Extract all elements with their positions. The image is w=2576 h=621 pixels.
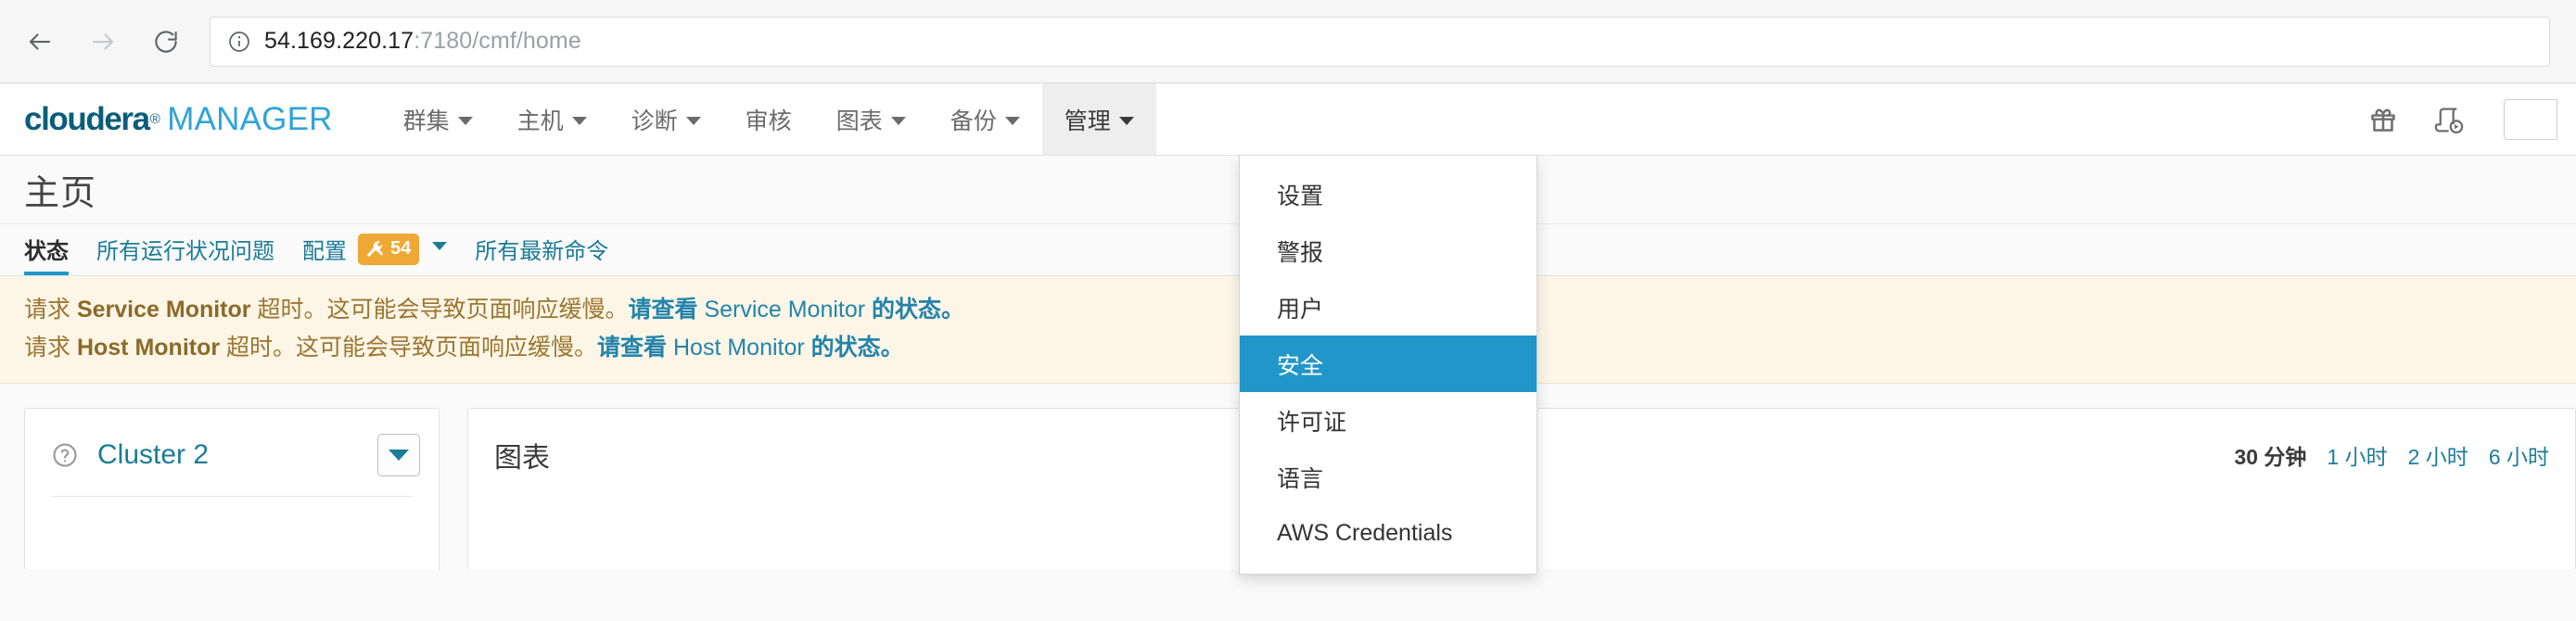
dropdown-item-label: AWS Credentials [1277, 520, 1453, 546]
info-circle-icon[interactable] [227, 30, 251, 54]
time-range-30min[interactable]: 30 分钟 [2234, 439, 2306, 471]
cluster-card-header: Cluster 2 [25, 409, 439, 481]
chevron-down-icon[interactable] [432, 242, 448, 250]
alert-link-pre: 请查看 [597, 334, 673, 361]
nav-item-hosts[interactable]: 主机 [495, 83, 609, 155]
dropdown-item-users[interactable]: 用户 [1240, 279, 1537, 336]
nav-label: 审核 [745, 108, 792, 134]
cluster-card: Cluster 2 [24, 408, 440, 569]
alert-middle: 超时。这可能会导致页面响应缓慢。 [250, 297, 629, 323]
chart-time-range-selector: 30 分钟 1 小时 2 小时 6 小时 [2234, 439, 2557, 471]
chevron-down-icon [457, 117, 473, 125]
search-input[interactable] [2504, 98, 2557, 140]
nav-label: 群集 [402, 108, 450, 134]
dropdown-item-label: 警报 [1277, 239, 1324, 266]
tab-all-health-issues[interactable]: 所有运行状况问题 [96, 233, 274, 275]
alert-link-post: 的状态。 [865, 297, 965, 323]
cluster-card-divider [51, 496, 413, 497]
scroll-play-icon[interactable] [2431, 104, 2467, 135]
address-bar-url: 54.169.220.17:7180/cmf/home [264, 28, 581, 55]
main-navigation: 群集 主机 诊断 审核 图表 备份 管理 [381, 83, 1156, 155]
dropdown-item-label: 设置 [1277, 183, 1324, 209]
cluster-actions-dropdown-button[interactable] [377, 434, 420, 476]
brand-registered-mark: ® [149, 111, 160, 127]
nav-item-backup[interactable]: 备份 [928, 83, 1042, 155]
nav-item-diagnostics[interactable]: 诊断 [609, 83, 723, 155]
tab-status[interactable]: 状态 [24, 233, 69, 275]
gift-icon[interactable] [2366, 104, 2400, 135]
alert-middle: 超时。这可能会导致页面响应缓慢。 [220, 334, 598, 361]
forward-icon[interactable] [83, 22, 122, 61]
chevron-down-icon [571, 117, 587, 125]
brand-cloudera: cloudera [24, 100, 150, 137]
brand-manager: MANAGER [167, 100, 333, 137]
time-range-6hour[interactable]: 6 小时 [2489, 439, 2549, 471]
nav-item-audits[interactable]: 审核 [723, 83, 814, 155]
dropdown-item-label: 许可证 [1277, 409, 1347, 436]
tab-label: 状态 [24, 239, 69, 264]
dropdown-item-language[interactable]: 语言 [1240, 449, 1537, 505]
question-circle-icon [51, 441, 79, 469]
nav-item-charts[interactable]: 图表 [814, 83, 928, 155]
nav-item-administration[interactable]: 管理 [1041, 83, 1156, 155]
dropdown-item-label: 用户 [1277, 296, 1324, 323]
chevron-down-icon [890, 117, 906, 125]
alert-link-service-monitor[interactable]: 请查看 Service Monitor 的状态。 [628, 297, 964, 323]
nav-item-clusters[interactable]: 群集 [381, 83, 495, 155]
cloudera-manager-header: cloudera® MANAGER 群集 主机 诊断 审核 图表 备份 管理 [0, 83, 2576, 575]
alert-link-subject: Service Monitor [704, 297, 866, 323]
nav-label: 备份 [950, 108, 997, 134]
browser-nav-buttons [20, 22, 185, 61]
tab-all-recent-commands[interactable]: 所有最新命令 [475, 233, 608, 275]
nav-label: 诊断 [631, 108, 678, 134]
dropdown-item-settings[interactable]: 设置 [1240, 166, 1537, 222]
config-issues-count: 54 [390, 238, 412, 259]
tab-label: 所有运行状况问题 [96, 239, 274, 264]
page-title: 主页 [24, 174, 97, 213]
reload-icon[interactable] [147, 22, 185, 61]
back-icon[interactable] [20, 22, 59, 61]
dropdown-item-security[interactable]: 安全 [1240, 336, 1537, 392]
alert-link-post: 的状态。 [804, 334, 904, 361]
alert-prefix: 请求 [24, 297, 77, 323]
nav-label: 主机 [516, 108, 564, 134]
wrench-icon [364, 239, 385, 260]
tab-label: 所有最新命令 [475, 239, 609, 264]
header-right-icons [2366, 83, 2576, 155]
administration-dropdown-menu: 设置 警报 用户 安全 许可证 语言 AWS Credentials [1239, 156, 1537, 575]
dropdown-item-license[interactable]: 许可证 [1240, 392, 1537, 449]
url-host: 54.169.220.17 [264, 28, 414, 54]
chevron-down-icon [1118, 117, 1134, 125]
nav-label: 管理 [1064, 108, 1111, 134]
time-range-1hour[interactable]: 1 小时 [2327, 439, 2387, 471]
alert-link-pre: 请查看 [628, 297, 705, 323]
url-path: :7180/cmf/home [414, 28, 581, 54]
dropdown-item-aws-credentials[interactable]: AWS Credentials [1240, 505, 1537, 562]
tab-configuration[interactable]: 配置 54 [302, 233, 448, 275]
cloudera-manager-logo[interactable]: cloudera ® MANAGER [0, 83, 355, 155]
charts-card-title: 图表 [494, 443, 550, 474]
dropdown-item-alerts[interactable]: 警报 [1240, 222, 1537, 279]
tab-label: 配置 [302, 239, 347, 264]
dropdown-item-label: 语言 [1277, 465, 1324, 492]
cluster-name-link[interactable]: Cluster 2 [97, 439, 209, 471]
alert-link-subject: Host Monitor [673, 334, 805, 361]
chevron-down-icon [685, 117, 701, 125]
chevron-down-icon [389, 450, 409, 461]
alert-prefix: 请求 [24, 334, 77, 361]
browser-toolbar: 54.169.220.17:7180/cmf/home [0, 0, 2576, 83]
chevron-down-icon [1004, 117, 1020, 125]
time-range-2hour[interactable]: 2 小时 [2408, 439, 2468, 471]
alert-link-host-monitor[interactable]: 请查看 Host Monitor 的状态。 [597, 335, 904, 361]
nav-label: 图表 [835, 108, 883, 134]
config-issues-badge[interactable]: 54 [358, 233, 420, 265]
dropdown-item-label: 安全 [1277, 352, 1324, 379]
alert-subject: Host Monitor [76, 334, 221, 361]
alert-subject: Service Monitor [76, 297, 251, 323]
address-bar[interactable]: 54.169.220.17:7180/cmf/home [210, 16, 2550, 67]
